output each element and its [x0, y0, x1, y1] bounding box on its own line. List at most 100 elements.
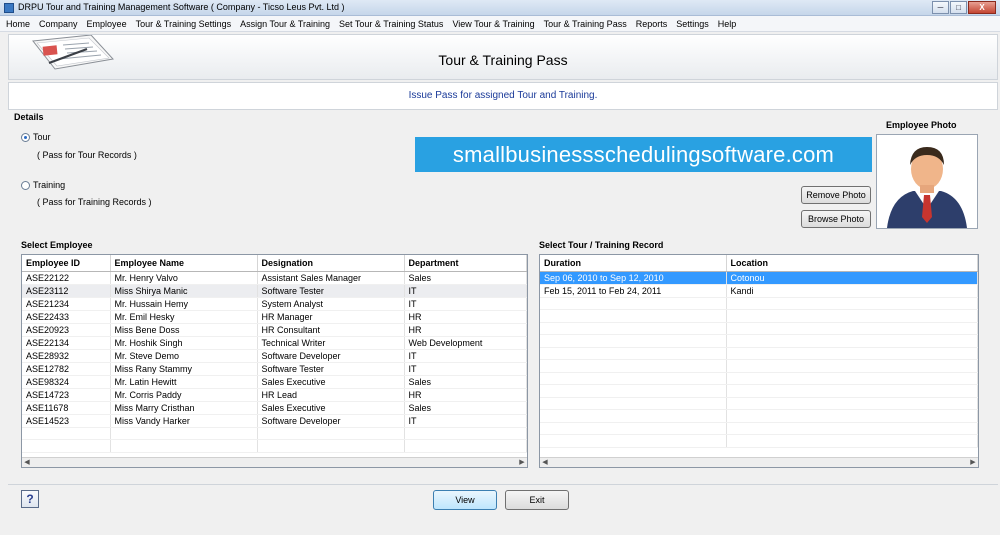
- maximize-icon[interactable]: □: [950, 1, 967, 14]
- designation-cell: Software Developer: [257, 414, 405, 428]
- empty-row: [540, 297, 978, 310]
- menu-home[interactable]: Home: [2, 16, 35, 30]
- employee-name-cell: Mr. Latin Hewitt: [110, 375, 258, 389]
- empty-row: [540, 384, 978, 398]
- column-header-department[interactable]: Department: [404, 255, 527, 272]
- column-header-designation[interactable]: Designation: [257, 255, 405, 272]
- browse-photo-button[interactable]: Browse Photo: [801, 210, 871, 228]
- designation-cell: Software Developer: [257, 349, 405, 363]
- employee-name-cell: Mr. Hoshik Singh: [110, 336, 258, 350]
- exit-button[interactable]: Exit: [505, 490, 569, 510]
- menu-assign-tour-training[interactable]: Assign Tour & Training: [236, 16, 335, 30]
- menu-view-tour-training[interactable]: View Tour & Training: [448, 16, 539, 30]
- department-cell: IT: [404, 284, 527, 298]
- menu-tour-training-pass[interactable]: Tour & Training Pass: [540, 16, 632, 30]
- table-row[interactable]: ASE23112 Miss Shirya Manic Software Tester…: [22, 284, 527, 298]
- employee-id-cell: ASE23112: [22, 284, 111, 298]
- department-cell: IT: [404, 414, 527, 428]
- table-row[interactable]: Sep 06, 2010 to Sep 12, 2010 Cotonou: [540, 271, 978, 285]
- empty-row: [22, 439, 527, 453]
- designation-cell: HR Manager: [257, 310, 405, 324]
- employee-table-scrollbar[interactable]: ◀ ▶: [22, 457, 527, 467]
- close-icon[interactable]: X: [968, 1, 996, 14]
- details-label: Details: [14, 112, 44, 122]
- menu-set-tour-training-status[interactable]: Set Tour & Training Status: [335, 16, 448, 30]
- table-row[interactable]: ASE22122 Mr. Henry Valvo Assistant Sales M…: [22, 271, 527, 285]
- table-row[interactable]: ASE12782 Miss Rany Stammy Software Tester I…: [22, 362, 527, 376]
- minimize-icon[interactable]: ─: [932, 1, 949, 14]
- table-row[interactable]: ASE11678 Miss Marry Cristhan Sales Executi…: [22, 401, 527, 415]
- menu-tour-training-settings[interactable]: Tour & Training Settings: [132, 16, 237, 30]
- training-label[interactable]: Training: [33, 180, 65, 190]
- column-header-location[interactable]: Location: [726, 255, 978, 272]
- select-employee-label: Select Employee: [21, 240, 93, 250]
- window-title: DRPU Tour and Training Management Softwa…: [18, 2, 345, 12]
- table-row[interactable]: ASE98324 Mr. Latin Hewitt Sales Executive S…: [22, 375, 527, 389]
- department-cell: IT: [404, 349, 527, 363]
- employee-name-cell: Miss Shirya Manic: [110, 284, 258, 298]
- page-banner: Tour & Training Pass: [8, 34, 998, 80]
- training-radio[interactable]: [21, 181, 30, 190]
- empty-row: [540, 409, 978, 423]
- employee-photo-label: Employee Photo: [886, 120, 957, 130]
- employee-table[interactable]: Employee ID Employee Name Designation De…: [21, 254, 528, 468]
- column-header-employee-name[interactable]: Employee Name: [110, 255, 258, 272]
- employee-id-cell: ASE14723: [22, 388, 111, 402]
- table-row[interactable]: ASE22134 Mr. Hoshik Singh Technical Writer…: [22, 336, 527, 350]
- table-row[interactable]: ASE20923 Miss Bene Doss HR Consultant HR: [22, 323, 527, 337]
- employee-name-cell: Miss Marry Cristhan: [110, 401, 258, 415]
- employee-id-cell: ASE22134: [22, 336, 111, 350]
- table-row[interactable]: ASE22433 Mr. Emil Hesky HR Manager HR: [22, 310, 527, 324]
- designation-cell: HR Consultant: [257, 323, 405, 337]
- table-row[interactable]: Feb 15, 2011 to Feb 24, 2011 Kandi: [540, 284, 978, 298]
- record-table-scrollbar[interactable]: ◀ ▶: [540, 457, 978, 467]
- employee-name-cell: Miss Rany Stammy: [110, 362, 258, 376]
- employee-name-cell: Mr. Hussain Hemy: [110, 297, 258, 311]
- employee-name-cell: Mr. Emil Hesky: [110, 310, 258, 324]
- designation-cell: Technical Writer: [257, 336, 405, 350]
- employee-name-cell: Miss Vandy Harker: [110, 414, 258, 428]
- help-icon[interactable]: ?: [21, 490, 39, 508]
- title-bar: DRPU Tour and Training Management Softwa…: [0, 0, 1000, 16]
- table-row[interactable]: ASE14723 Mr. Corris Paddy HR Lead HR: [22, 388, 527, 402]
- department-cell: IT: [404, 297, 527, 311]
- table-row[interactable]: ASE28932 Mr. Steve Demo Software Developer…: [22, 349, 527, 363]
- duration-cell: Feb 15, 2011 to Feb 24, 2011: [540, 284, 727, 298]
- employee-name-cell: Mr. Henry Valvo: [110, 271, 258, 285]
- scroll-right-icon[interactable]: ▶: [968, 458, 978, 467]
- column-header-employee-id[interactable]: Employee ID: [22, 255, 111, 272]
- location-cell: Cotonou: [726, 271, 978, 285]
- view-button[interactable]: View: [433, 490, 497, 510]
- department-cell: HR: [404, 323, 527, 337]
- designation-cell: Sales Executive: [257, 401, 405, 415]
- menu-help[interactable]: Help: [714, 16, 742, 30]
- tour-label[interactable]: Tour: [33, 132, 51, 142]
- page-subtitle: Issue Pass for assigned Tour and Trainin…: [408, 90, 598, 101]
- watermark-banner: smallbusinessschedulingsoftware.com: [415, 137, 872, 172]
- menu-settings[interactable]: Settings: [672, 16, 714, 30]
- scroll-left-icon[interactable]: ◀: [22, 458, 32, 467]
- remove-photo-button[interactable]: Remove Photo: [801, 186, 871, 204]
- employee-id-cell: ASE11678: [22, 401, 111, 415]
- empty-row: [540, 334, 978, 348]
- column-header-duration[interactable]: Duration: [540, 255, 727, 272]
- department-cell: HR: [404, 388, 527, 402]
- department-cell: IT: [404, 362, 527, 376]
- menu-reports[interactable]: Reports: [632, 16, 673, 30]
- menu-employee[interactable]: Employee: [83, 16, 132, 30]
- scroll-right-icon[interactable]: ▶: [517, 458, 527, 467]
- designation-cell: System Analyst: [257, 297, 405, 311]
- table-row[interactable]: ASE14523 Miss Vandy Harker Software Develo…: [22, 414, 527, 428]
- employee-id-cell: ASE22122: [22, 271, 111, 285]
- employee-id-cell: ASE20923: [22, 323, 111, 337]
- empty-row: [540, 322, 978, 335]
- designation-cell: Sales Executive: [257, 375, 405, 389]
- record-table-header: Duration Location: [540, 255, 978, 272]
- table-row[interactable]: ASE21234 Mr. Hussain Hemy System Analyst IT: [22, 297, 527, 311]
- menu-company[interactable]: Company: [35, 16, 83, 30]
- employee-id-cell: ASE22433: [22, 310, 111, 324]
- scroll-left-icon[interactable]: ◀: [540, 458, 550, 467]
- tour-radio[interactable]: [21, 133, 30, 142]
- empty-row: [540, 422, 978, 435]
- record-table[interactable]: Duration Location Sep 06, 2010 to Sep 12…: [539, 254, 979, 468]
